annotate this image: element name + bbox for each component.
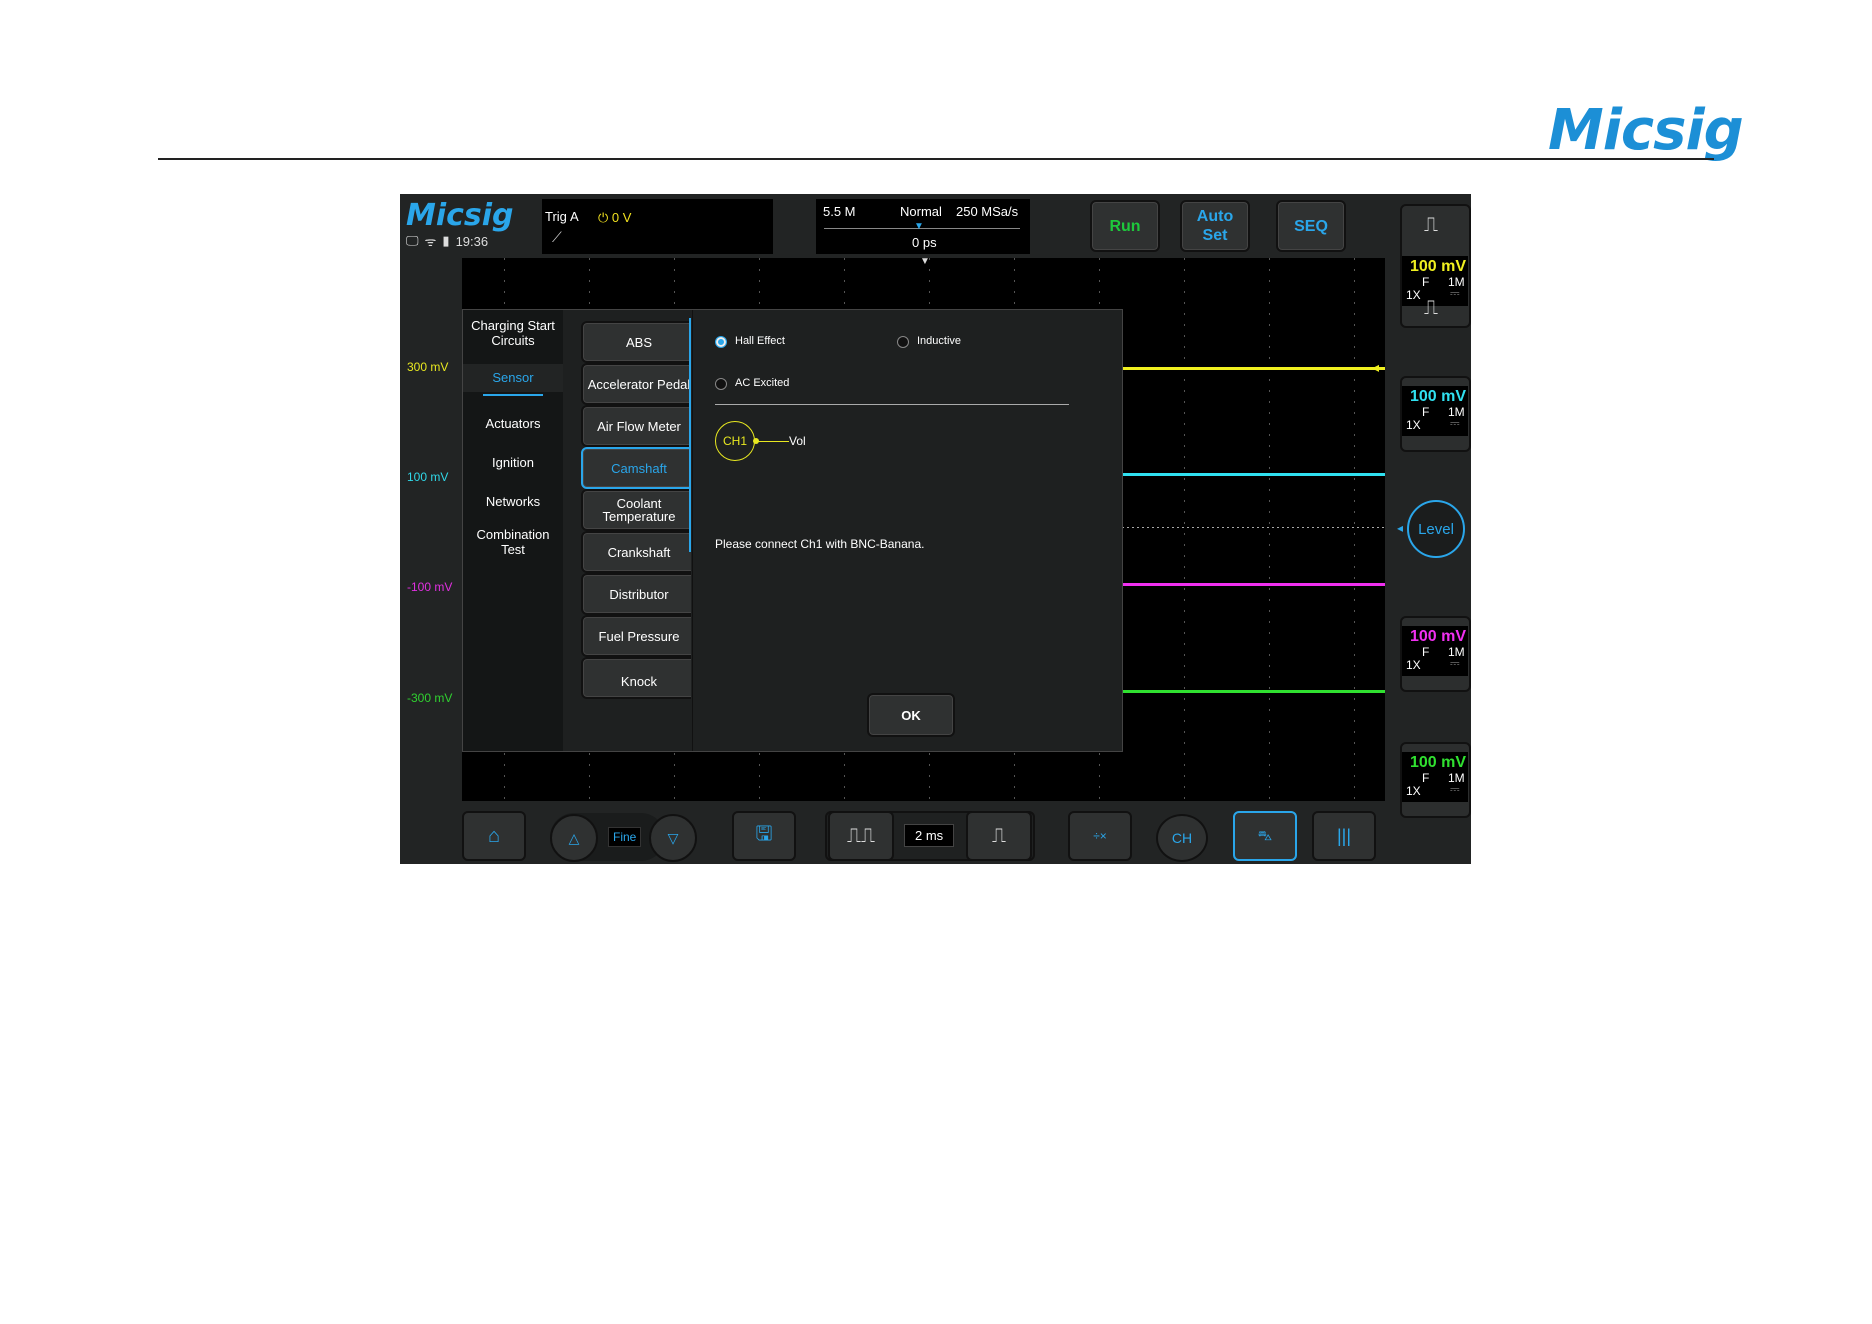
connector-label: Vol <box>789 434 806 448</box>
wifi-icon: ᯤ <box>424 234 437 249</box>
display-icon: 🖵 <box>406 233 419 248</box>
scrollbar[interactable] <box>689 318 691 552</box>
decrease-button[interactable]: ▽ <box>649 814 697 862</box>
battery-icon: ▮ <box>442 233 450 248</box>
status-bar: 🖵 ᯤ ▮ 19:36 <box>406 232 488 250</box>
ok-button[interactable]: OK <box>867 693 955 737</box>
volt-label-neg100: -100 mV <box>407 580 453 594</box>
zoom-in-timebase-button[interactable]: ⎍ <box>966 811 1032 861</box>
automotive-button[interactable]: ⛍ <box>1233 811 1297 861</box>
home-icon: ⌂ <box>487 824 501 847</box>
acq-mode: Normal <box>900 204 942 219</box>
volt-label-neg300: -300 mV <box>407 691 453 705</box>
connector-line <box>755 441 789 442</box>
brand-logo: Micsig <box>1548 98 1744 163</box>
sensor-accelerator-pedal[interactable]: Accelerator Pedal <box>581 363 691 405</box>
rising-edge-icon: ⟋ <box>552 229 562 245</box>
run-button[interactable]: Run <box>1090 200 1160 252</box>
timebase-value: 2 ms <box>904 824 955 847</box>
trigger-source: A <box>570 209 579 224</box>
category-networks[interactable]: Networks <box>463 494 563 509</box>
options-divider <box>715 404 1069 405</box>
timebase-info[interactable]: 5.5 M Normal 250 MSa/s ▼ 0 ps <box>816 199 1030 254</box>
sample-rate: 250 MSa/s <box>956 204 1019 219</box>
zoom-out-timebase-button[interactable]: ⎍⎍ <box>828 811 894 861</box>
inductive-label: Inductive <box>917 335 962 347</box>
pulse-icon: ⎍ <box>1424 214 1438 236</box>
fine-toggle[interactable]: Fine <box>608 827 642 847</box>
ac-excited-radio[interactable] <box>715 378 727 390</box>
expand-arrow-icon: ◂ <box>1397 521 1404 535</box>
hall-effect-radio[interactable] <box>715 336 727 348</box>
save-icon: 🖫 <box>755 823 773 845</box>
sensor-abs[interactable]: ABS <box>581 321 691 363</box>
sensor-crankshaft[interactable]: Crankshaft <box>581 531 691 573</box>
volt-label-100: 100 mV <box>407 470 449 484</box>
sensor-fuel-pressure[interactable]: Fuel Pressure <box>581 615 691 657</box>
sensor-camshaft[interactable]: Camshaft <box>581 447 691 489</box>
automotive-test-dialog: Charging Start Circuits Sensor Actuators… <box>462 309 1123 752</box>
connector-dot <box>753 438 759 444</box>
save-button[interactable]: 🖫 <box>732 811 796 861</box>
trigger-info[interactable]: Trig A ⏻ 0 V ⟋ <box>542 199 773 254</box>
trigger-position-icon: ▼ <box>920 256 930 267</box>
ch1-badge: CH1 <box>715 421 755 461</box>
level-knob-button[interactable]: Level <box>1407 500 1465 558</box>
position-marker-icon: ▼ <box>914 221 924 232</box>
trigger-label: Trig <box>545 209 567 224</box>
category-sensor[interactable]: Sensor <box>463 364 563 392</box>
ch2-settings[interactable]: 100 mV F 1M 1X ⎓ <box>1402 386 1468 436</box>
dense-pulse-icon: ⎍⎍ <box>847 824 875 847</box>
horizontal-offset: 0 ps <box>912 235 937 250</box>
wide-pulse-icon: ⎍ <box>992 824 1006 847</box>
inductive-radio[interactable] <box>897 336 909 348</box>
memory-depth: 5.5 M <box>823 204 856 219</box>
channel-button[interactable]: CH <box>1156 814 1208 862</box>
increase-button[interactable]: △ <box>550 814 598 862</box>
ch4-settings[interactable]: 100 mV F 1M 1X ⎓ <box>1402 752 1468 802</box>
trigger-level: ⏻ 0 V <box>598 210 632 225</box>
home-button[interactable]: ⌂ <box>462 811 526 861</box>
triangle-down-icon: ▽ <box>667 829 679 846</box>
seq-button[interactable]: SEQ <box>1276 200 1346 252</box>
math-icon: ÷× <box>1093 829 1107 843</box>
oscilloscope-screen: Micsig 🖵 ᯤ ▮ 19:36 Trig A ⏻ 0 V ⟋ 5.5 M … <box>400 194 1471 864</box>
triangle-up-icon: △ <box>568 829 580 846</box>
ac-excited-label: AC Excited <box>735 377 790 389</box>
pulse-icon: ⎍ <box>1424 297 1438 319</box>
sensor-distributor[interactable]: Distributor <box>581 573 691 615</box>
sensor-list: ABS Accelerator Pedal Air Flow Meter Cam… <box>563 310 691 751</box>
clock: 19:36 <box>455 233 489 249</box>
auto-set-button[interactable]: Auto Set <box>1180 200 1250 252</box>
category-ignition[interactable]: Ignition <box>463 455 563 470</box>
math-button[interactable]: ÷× <box>1068 811 1132 861</box>
cursor-lines-icon: ||| <box>1336 825 1352 846</box>
connect-instruction: Please connect Ch1 with BNC-Banana. <box>715 537 925 551</box>
volt-label-300: 300 mV <box>407 360 449 374</box>
category-combination[interactable]: Combination Test <box>463 527 563 557</box>
sensor-coolant-temperature[interactable]: Coolant Temperature <box>581 489 691 531</box>
hall-effect-label: Hall Effect <box>735 335 785 347</box>
list-divider <box>692 310 693 751</box>
scope-logo: Micsig <box>406 198 514 233</box>
ch3-settings[interactable]: 100 mV F 1M 1X ⎓ <box>1402 626 1468 676</box>
active-tab-underline <box>483 394 543 396</box>
category-charging[interactable]: Charging Start Circuits <box>463 318 563 348</box>
header-rule <box>158 158 1714 160</box>
category-actuators[interactable]: Actuators <box>463 416 563 431</box>
trigger-marker-icon: ◂ <box>1372 359 1380 375</box>
sensor-air-flow-meter[interactable]: Air Flow Meter <box>581 405 691 447</box>
cursor-button[interactable]: ||| <box>1312 811 1376 861</box>
sensor-knock[interactable]: Knock <box>581 657 691 699</box>
car-icon: ⛍ <box>1257 826 1273 843</box>
